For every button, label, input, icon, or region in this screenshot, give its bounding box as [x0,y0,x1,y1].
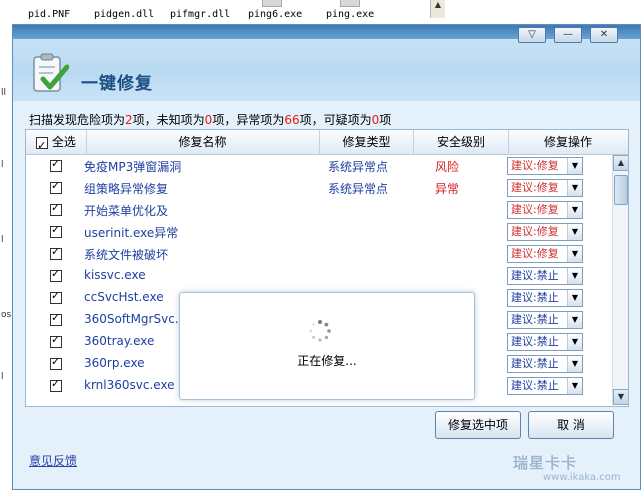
action-select-value: 建议:禁止 [511,313,559,326]
file-item[interactable]: ping6.exe [248,0,302,20]
chevron-down-icon[interactable]: ▼ [567,202,582,218]
row-checkbox[interactable] [50,245,62,260]
row-checkbox[interactable] [50,157,62,172]
scroll-thumb[interactable] [614,175,628,205]
action-select[interactable]: 建议:修复 ▼ [507,245,583,263]
action-select-value: 建议:禁止 [511,357,559,370]
scroll-up-button[interactable]: ▲ [613,155,628,171]
action-select-value: 建议:禁止 [511,269,559,282]
repair-window: ▽ — ✕ 一键修复 扫描发现危险项为2项，未知项为0项，异常项为66项，可疑项… [12,24,641,490]
header-action: 修复操作 [543,135,592,149]
item-level: 异常 [435,182,460,196]
action-select-value: 建议:修复 [511,225,559,238]
header-level: 安全级别 [414,130,509,154]
table-row[interactable]: userinit.exe异常 建议:修复 ▼ [26,221,612,243]
action-select[interactable]: 建议:修复 ▼ [507,179,583,197]
minimize-button[interactable]: — [554,27,582,43]
item-name: 360rp.exe [84,356,145,370]
action-select[interactable]: 建议:修复 ▼ [507,157,583,175]
action-select-value: 建议:禁止 [511,335,559,348]
table-row[interactable]: kissvc.exe 建议:禁止 ▼ [26,265,612,287]
row-checkbox[interactable] [50,355,62,370]
header-name: 修复名称 [86,130,320,154]
row-checkbox[interactable] [50,377,62,392]
item-type: 系统异常点 [328,160,389,174]
file-item[interactable]: pifmgr.dll [170,9,230,20]
action-select[interactable]: 建议:禁止 ▼ [507,333,583,351]
table-row[interactable]: 组策略异常修复 系统异常点 异常 建议:修复 ▼ [26,177,612,199]
progress-text: 正在修复... [297,354,357,368]
row-checkbox[interactable] [50,289,62,304]
row-checkbox[interactable] [50,201,62,216]
dropdown-button[interactable]: ▽ [518,27,546,43]
row-checkbox[interactable] [50,333,62,348]
item-level: 风险 [435,160,460,174]
action-select-value: 建议:修复 [511,159,559,172]
row-checkbox[interactable] [50,311,62,326]
row-checkbox[interactable] [50,267,62,282]
action-select-value: 建议:禁止 [511,291,559,304]
watermark-logo: 瑞星卡卡 www.ikaka.com [513,454,621,483]
chevron-down-icon[interactable]: ▼ [567,158,582,174]
item-type: 系统异常点 [328,182,389,196]
action-select[interactable]: 建议:修复 ▼ [507,223,583,241]
chevron-down-icon[interactable]: ▼ [567,224,582,240]
file-list: pid.PNF pidgen.dll pifmgr.dll ping6.exe … [0,0,432,26]
dialog-title: 一键修复 [81,74,153,94]
header-type: 修复类型 [320,130,414,154]
action-select-value: 建议:修复 [511,181,559,194]
chevron-down-icon[interactable]: ▼ [567,378,582,394]
progress-overlay: 正在修复... [179,292,475,400]
fix-selected-button[interactable]: 修复选中项 [435,411,521,439]
action-select[interactable]: 建议:禁止 ▼ [507,311,583,329]
action-select[interactable]: 建议:禁止 ▼ [507,289,583,307]
action-select[interactable]: 建议:禁止 ▼ [507,377,583,395]
chevron-down-icon[interactable]: ▼ [567,268,582,284]
chevron-down-icon[interactable]: ▼ [567,290,582,306]
action-select[interactable]: 建议:修复 ▼ [507,201,583,219]
item-name: 360tray.exe [84,334,155,348]
table-row[interactable]: 系统文件被破坏 建议:修复 ▼ [26,243,612,265]
table-row[interactable]: 免疫MP3弹窗漏洞 系统异常点 风险 建议:修复 ▼ [26,155,612,177]
loading-spinner-icon [309,320,331,342]
action-select-value: 建议:修复 [511,247,559,260]
item-name: userinit.exe异常 [84,226,179,240]
clipboard-check-icon [33,53,69,92]
explorer-scrollbar[interactable]: ▲ [430,0,445,18]
item-name: 组策略异常修复 [84,182,169,196]
table-scrollbar[interactable]: ▲ ▼ [612,155,628,405]
select-all-checkbox[interactable] [36,134,49,158]
table-row[interactable]: 开始菜单优化及 建议:修复 ▼ [26,199,612,221]
action-select-value: 建议:禁止 [511,379,559,392]
item-name: krnl360svc.exe [84,378,175,392]
scroll-down-button[interactable]: ▼ [613,389,628,405]
file-item[interactable]: pidgen.dll [94,9,154,20]
action-select[interactable]: 建议:禁止 ▼ [507,267,583,285]
chevron-down-icon[interactable]: ▼ [567,334,582,350]
item-name: 开始菜单优化及 [84,204,169,218]
feedback-link[interactable]: 意见反馈 [29,452,77,469]
file-item[interactable]: ping.exe [326,0,374,20]
title-bar: ▽ — ✕ 一键修复 [13,25,640,101]
repair-items-table: 全选 修复名称 修复类型 安全级别 修复操作 免疫MP3弹窗漏洞系统异常点风险建… [25,129,629,407]
row-checkbox[interactable] [50,179,62,194]
chevron-down-icon[interactable]: ▼ [567,356,582,372]
item-name: kissvc.exe [84,268,146,282]
close-button[interactable]: ✕ [590,27,618,43]
item-name: ccSvcHst.exe [84,290,164,304]
file-item[interactable]: pid.PNF [28,9,70,20]
scan-summary: 扫描发现危险项为2项，未知项为0项，异常项为66项，可疑项为0项 [29,113,392,127]
chevron-down-icon[interactable]: ▼ [567,312,582,328]
select-all-header[interactable]: 全选 [26,130,87,158]
row-checkbox[interactable] [50,223,62,238]
cancel-button[interactable]: 取 消 [528,411,614,439]
chevron-down-icon[interactable]: ▼ [567,180,582,196]
action-select-value: 建议:修复 [511,203,559,216]
action-select[interactable]: 建议:禁止 ▼ [507,355,583,373]
table-header: 全选 修复名称 修复类型 安全级别 修复操作 [26,130,628,158]
item-name: 免疫MP3弹窗漏洞 [84,160,182,174]
item-name: 系统文件被破坏 [84,248,169,262]
chevron-down-icon[interactable]: ▼ [567,246,582,262]
